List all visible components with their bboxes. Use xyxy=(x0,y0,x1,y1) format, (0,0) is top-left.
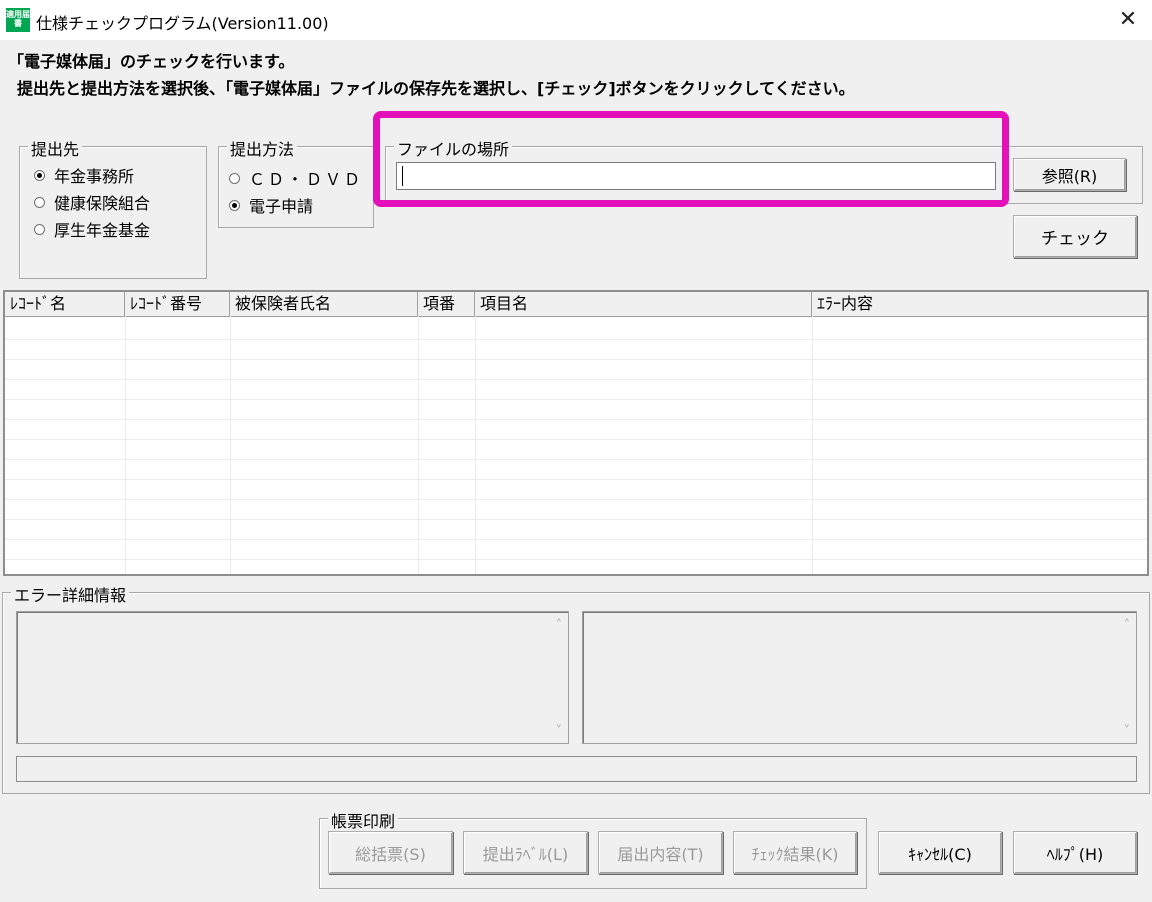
summary-form-button[interactable]: 総括票(S) xyxy=(328,831,453,874)
error-grid[interactable]: ﾚｺｰﾄﾞ名 ﾚｺｰﾄﾞ番号 被保険者氏名 項番 項目名 ｴﾗｰ内容 xyxy=(3,290,1149,576)
intro-line-2: 提出先と提出方法を選択後、「電子媒体届」ファイルの保存先を選択し、[チェック]ボ… xyxy=(17,79,855,98)
error-detail-left-pane[interactable]: ˄ ˅ xyxy=(16,611,569,744)
grid-divider xyxy=(230,316,231,574)
radio-pension-office[interactable]: 年金事務所 xyxy=(34,163,134,187)
radio-unselected-icon[interactable] xyxy=(34,223,45,235)
grid-row-line xyxy=(5,439,1147,440)
submit-label-button[interactable]: 提出ﾗﾍﾞﾙ(L) xyxy=(463,831,588,874)
radio-label: 年金事務所 xyxy=(54,167,135,186)
title-bar: 適用届書 仕様チェックプログラム(Version11.00) ✕ xyxy=(0,0,1152,40)
scroll-up-icon[interactable]: ˄ xyxy=(556,618,563,633)
radio-selected-icon[interactable] xyxy=(34,169,45,181)
grid-row-line xyxy=(5,499,1147,500)
grid-row-line xyxy=(5,419,1147,420)
column-header-record-number[interactable]: ﾚｺｰﾄﾞ番号 xyxy=(125,292,230,316)
scroll-down-icon[interactable]: ˅ xyxy=(556,724,563,739)
file-location-legend: ファイルの場所 xyxy=(394,136,513,160)
grid-row-line xyxy=(5,399,1147,400)
column-header-error-content[interactable]: ｴﾗｰ内容 xyxy=(812,292,1147,316)
radio-label: 健康保険組合 xyxy=(54,194,151,213)
scroll-up-icon[interactable]: ˄ xyxy=(1124,618,1131,633)
grid-row-line xyxy=(5,339,1147,340)
radio-label: ＣＤ・ＤＶＤ xyxy=(249,170,364,189)
radio-health-insurance[interactable]: 健康保険組合 xyxy=(34,190,150,214)
radio-cd-dvd[interactable]: ＣＤ・ＤＶＤ xyxy=(229,166,363,190)
grid-row-line xyxy=(5,539,1147,540)
column-header-record-name[interactable]: ﾚｺｰﾄﾞ名 xyxy=(5,292,125,316)
print-legend: 帳票印刷 xyxy=(328,808,399,832)
cancel-button[interactable]: ｷｬﾝｾﾙ(C) xyxy=(878,831,1002,874)
error-detail-legend: エラー詳細情報 xyxy=(11,582,130,606)
radio-label: 電子申請 xyxy=(249,197,314,216)
radio-unselected-icon[interactable] xyxy=(229,172,240,184)
column-header-insured-name[interactable]: 被保険者氏名 xyxy=(230,292,418,316)
grid-divider xyxy=(475,316,476,574)
column-header-item-name[interactable]: 項目名 xyxy=(475,292,812,316)
grid-row-line xyxy=(5,559,1147,560)
grid-row-line xyxy=(5,459,1147,460)
grid-divider xyxy=(125,316,126,574)
destination-legend: 提出先 xyxy=(28,136,83,160)
grid-row-line xyxy=(5,519,1147,520)
file-path-input[interactable] xyxy=(396,162,996,190)
help-button[interactable]: ﾍﾙﾌﾟ(H) xyxy=(1013,831,1137,874)
radio-pension-fund[interactable]: 厚生年金基金 xyxy=(34,217,150,241)
grid-row-line xyxy=(5,359,1147,360)
grid-divider xyxy=(812,316,813,574)
grid-row-line xyxy=(5,379,1147,380)
report-content-button[interactable]: 届出内容(T) xyxy=(598,831,723,874)
radio-unselected-icon[interactable] xyxy=(34,196,45,208)
scroll-down-icon[interactable]: ˅ xyxy=(1124,724,1131,739)
grid-row-line xyxy=(5,479,1147,480)
radio-selected-icon[interactable] xyxy=(229,199,240,211)
column-header-item-number[interactable]: 項番 xyxy=(418,292,475,316)
status-bar xyxy=(16,756,1137,782)
check-result-button[interactable]: ﾁｪｯｸ結果(K) xyxy=(733,831,857,874)
radio-label: 厚生年金基金 xyxy=(54,221,151,240)
close-icon[interactable]: ✕ xyxy=(1116,6,1140,34)
check-button[interactable]: チェック xyxy=(1013,215,1137,258)
method-legend: 提出方法 xyxy=(227,136,298,160)
error-detail-right-pane[interactable]: ˄ ˅ xyxy=(582,611,1137,744)
grid-header: ﾚｺｰﾄﾞ名 ﾚｺｰﾄﾞ番号 被保険者氏名 項番 項目名 ｴﾗｰ内容 xyxy=(5,292,1147,317)
grid-divider xyxy=(418,316,419,574)
browse-button[interactable]: 参照(R) xyxy=(1013,158,1126,191)
intro-line-1: 「電子媒体届」のチェックを行います。 xyxy=(8,52,295,71)
app-icon: 適用届書 xyxy=(6,8,30,32)
radio-electronic[interactable]: 電子申請 xyxy=(229,193,313,217)
text-caret xyxy=(402,166,403,186)
window-title: 仕様チェックプログラム(Version11.00) xyxy=(36,14,329,33)
